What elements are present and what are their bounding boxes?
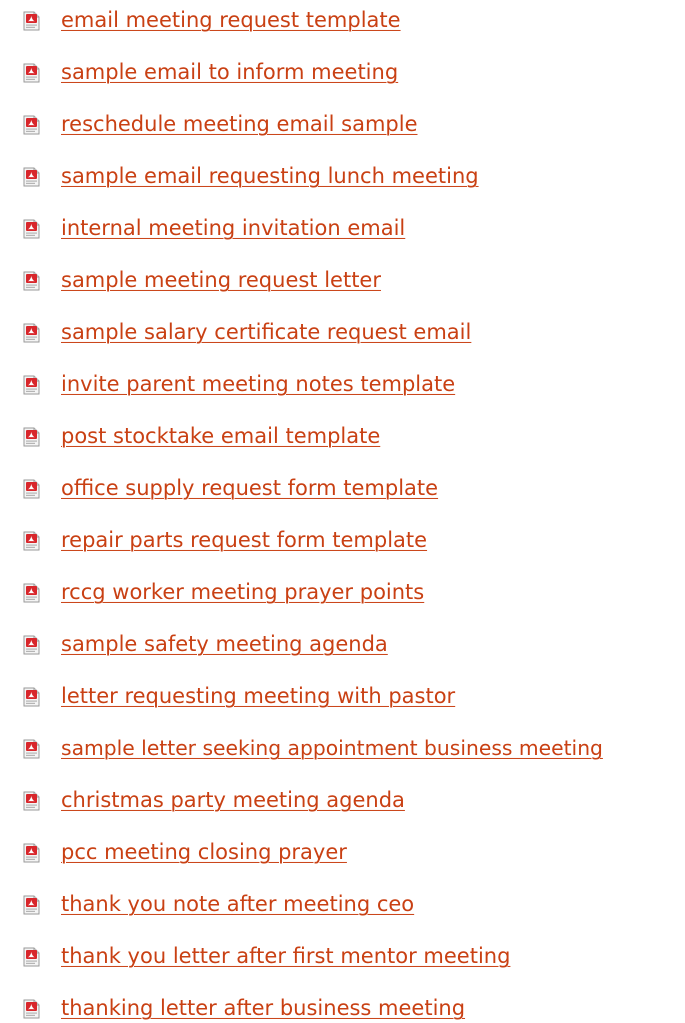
pdf-file-icon [23,63,40,83]
link-reschedule-meeting-email-sample[interactable]: reschedule meeting email sample [61,111,418,137]
list-item: rccg worker meeting prayer points [0,567,685,619]
list-item: sample email requesting lunch meeting [0,151,685,203]
link-sample-email-requesting-lunch-meeting[interactable]: sample email requesting lunch meeting [61,163,479,189]
pdf-file-icon [23,323,40,343]
link-sample-letter-seeking-appointment-business-meeting[interactable]: sample letter seeking appointment busine… [61,735,603,761]
link-letter-requesting-meeting-with-pastor[interactable]: letter requesting meeting with pastor [61,683,455,709]
link-rccg-worker-meeting-prayer-points[interactable]: rccg worker meeting prayer points [61,579,424,605]
link-sample-salary-certificate-request-email[interactable]: sample salary certificate request email [61,319,471,345]
list-item: office supply request form template [0,463,685,515]
link-internal-meeting-invitation-email[interactable]: internal meeting invitation email [61,215,405,241]
pdf-file-icon [23,635,40,655]
list-item: post stocktake email template [0,411,685,463]
pdf-file-icon [23,947,40,967]
pdf-file-icon [23,427,40,447]
pdf-file-icon [23,843,40,863]
link-post-stocktake-email-template[interactable]: post stocktake email template [61,423,380,449]
link-thank-you-note-after-meeting-ceo[interactable]: thank you note after meeting ceo [61,891,414,917]
list-item: repair parts request form template [0,515,685,567]
list-item: sample salary certificate request email [0,307,685,359]
list-item: invite parent meeting notes template [0,359,685,411]
list-item: sample email to inform meeting [0,47,685,99]
pdf-file-icon [23,999,40,1019]
link-email-meeting-request-template[interactable]: email meeting request template [61,7,401,33]
list-item: sample meeting request letter [0,255,685,307]
document-link-list: email meeting request template sample em… [0,0,685,1023]
list-item: reschedule meeting email sample [0,99,685,151]
pdf-file-icon [23,167,40,187]
link-pcc-meeting-closing-prayer[interactable]: pcc meeting closing prayer [61,839,347,865]
link-sample-safety-meeting-agenda[interactable]: sample safety meeting agenda [61,631,388,657]
list-item: email meeting request template [0,0,685,47]
pdf-file-icon [23,687,40,707]
list-item: letter requesting meeting with pastor [0,671,685,723]
list-item: pcc meeting closing prayer [0,827,685,879]
link-invite-parent-meeting-notes-template[interactable]: invite parent meeting notes template [61,371,455,397]
list-item: sample safety meeting agenda [0,619,685,671]
pdf-file-icon [23,375,40,395]
list-item: sample letter seeking appointment busine… [0,723,685,775]
pdf-file-icon [23,479,40,499]
link-thanking-letter-after-business-meeting[interactable]: thanking letter after business meeting [61,995,465,1021]
link-christmas-party-meeting-agenda[interactable]: christmas party meeting agenda [61,787,405,813]
pdf-file-icon [23,219,40,239]
link-sample-meeting-request-letter[interactable]: sample meeting request letter [61,267,381,293]
pdf-file-icon [23,11,40,31]
list-item: thanking letter after business meeting [0,983,685,1023]
pdf-file-icon [23,791,40,811]
list-item: thank you note after meeting ceo [0,879,685,931]
link-office-supply-request-form-template[interactable]: office supply request form template [61,475,438,501]
pdf-file-icon [23,271,40,291]
pdf-file-icon [23,531,40,551]
link-sample-email-to-inform-meeting[interactable]: sample email to inform meeting [61,59,398,85]
list-item: internal meeting invitation email [0,203,685,255]
pdf-file-icon [23,115,40,135]
link-repair-parts-request-form-template[interactable]: repair parts request form template [61,527,427,553]
list-item: thank you letter after first mentor meet… [0,931,685,983]
pdf-file-icon [23,583,40,603]
pdf-file-icon [23,895,40,915]
pdf-file-icon [23,739,40,759]
link-thank-you-letter-after-first-mentor-meeting[interactable]: thank you letter after first mentor meet… [61,943,510,969]
list-item: christmas party meeting agenda [0,775,685,827]
